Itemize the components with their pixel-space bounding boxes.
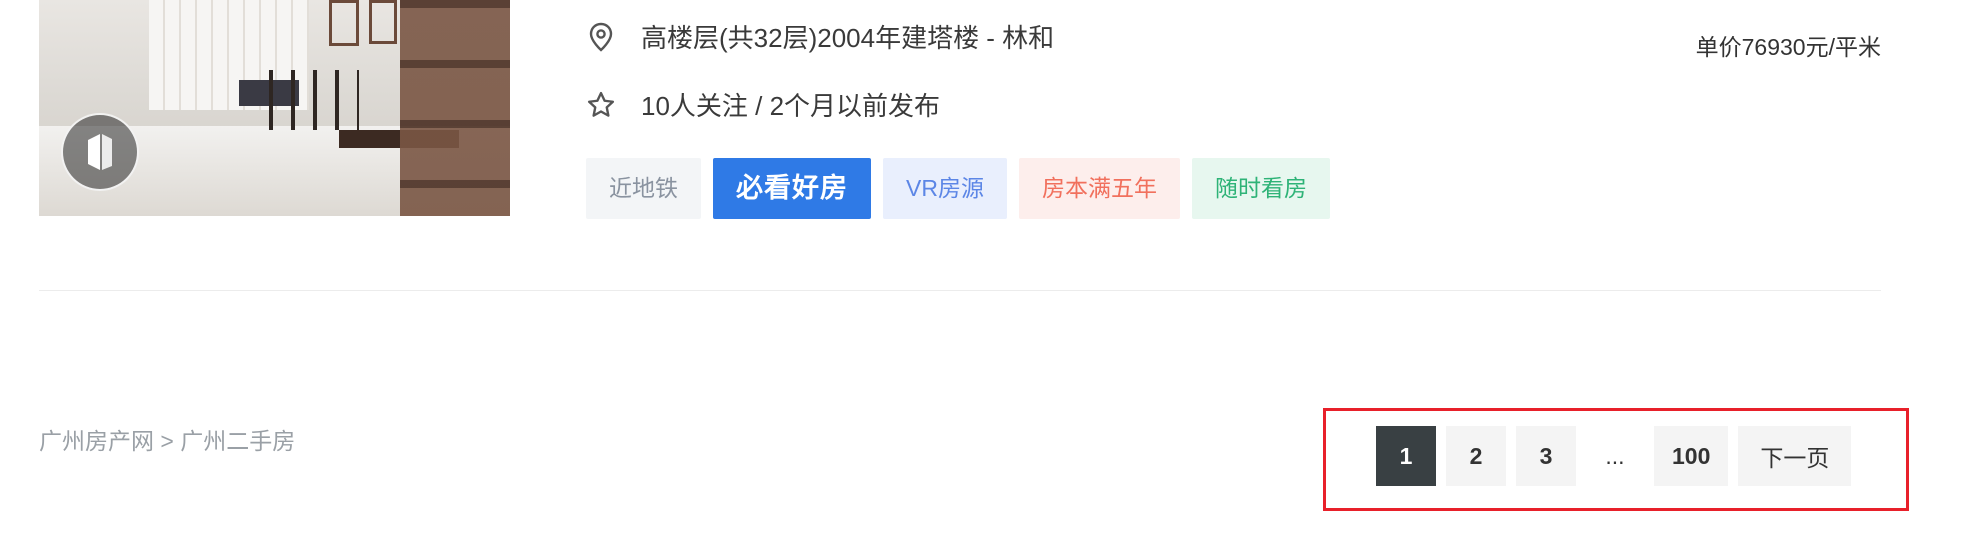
divider xyxy=(39,290,1881,291)
breadcrumb-current[interactable]: 广州二手房 xyxy=(180,428,295,454)
tag-five-years: 房本满五年 xyxy=(1018,158,1180,219)
page-button-1[interactable]: 1 xyxy=(1376,426,1436,486)
tag-must-see: 必看好房 xyxy=(713,158,871,219)
location-row: 高楼层(共32层)2004年建塔楼 - 林和 xyxy=(585,18,1054,55)
follow-row: 10人关注 / 2个月以前发布 xyxy=(585,86,940,123)
tag-list: 近地铁 必看好房 VR房源 房本满五年 随时看房 xyxy=(586,158,1330,219)
tag-view-anytime: 随时看房 xyxy=(1191,158,1330,219)
page-button-2[interactable]: 2 xyxy=(1446,426,1506,486)
listing-photo[interactable] xyxy=(39,0,510,216)
photo-frame xyxy=(369,0,397,44)
location-text[interactable]: 高楼层(共32层)2004年建塔楼 - 林和 xyxy=(641,18,1054,55)
breadcrumb: 广州房产网 > 广州二手房 xyxy=(39,422,295,456)
pagination: 1 2 3 ... 100 下一页 xyxy=(1376,426,1852,486)
follow-text: 10人关注 / 2个月以前发布 xyxy=(641,91,941,121)
breadcrumb-home[interactable]: 广州房产网 xyxy=(39,428,154,454)
photo-frame xyxy=(329,0,359,46)
unit-price: 单价76930元/平米 xyxy=(1695,34,1881,60)
tag-vr: VR房源 xyxy=(883,158,1007,219)
location-pin-icon xyxy=(585,21,617,53)
star-outline-icon xyxy=(585,89,617,121)
tag-subway: 近地铁 xyxy=(586,158,701,219)
page-button-100[interactable]: 100 xyxy=(1654,426,1729,486)
vr-logo-icon[interactable] xyxy=(61,113,139,191)
next-page-button[interactable]: 下一页 xyxy=(1738,426,1852,486)
breadcrumb-separator: > xyxy=(160,428,174,454)
page-button-3[interactable]: 3 xyxy=(1516,426,1576,486)
photo-chairs xyxy=(269,70,359,130)
photo-shelf xyxy=(400,0,510,216)
page-ellipsis: ... xyxy=(1605,442,1625,469)
